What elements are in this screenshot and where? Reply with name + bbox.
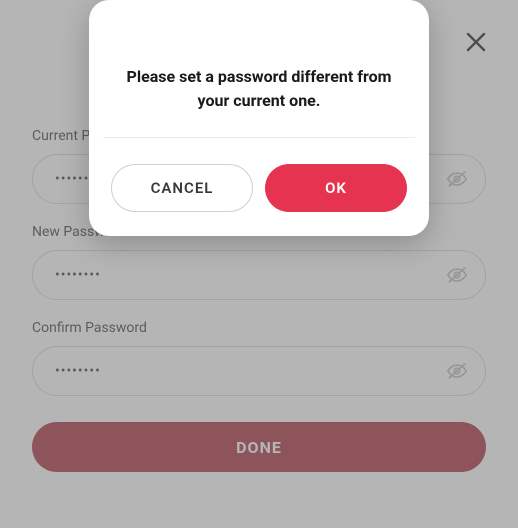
modal-divider: [103, 137, 415, 138]
ok-button[interactable]: OK: [265, 164, 407, 212]
cancel-button[interactable]: CANCEL: [111, 164, 253, 212]
modal-actions: CANCEL OK: [89, 164, 429, 212]
modal-message: Please set a password different from you…: [89, 0, 429, 137]
alert-modal: Please set a password different from you…: [89, 0, 429, 236]
change-password-page: Current Password New Password: [0, 0, 518, 528]
